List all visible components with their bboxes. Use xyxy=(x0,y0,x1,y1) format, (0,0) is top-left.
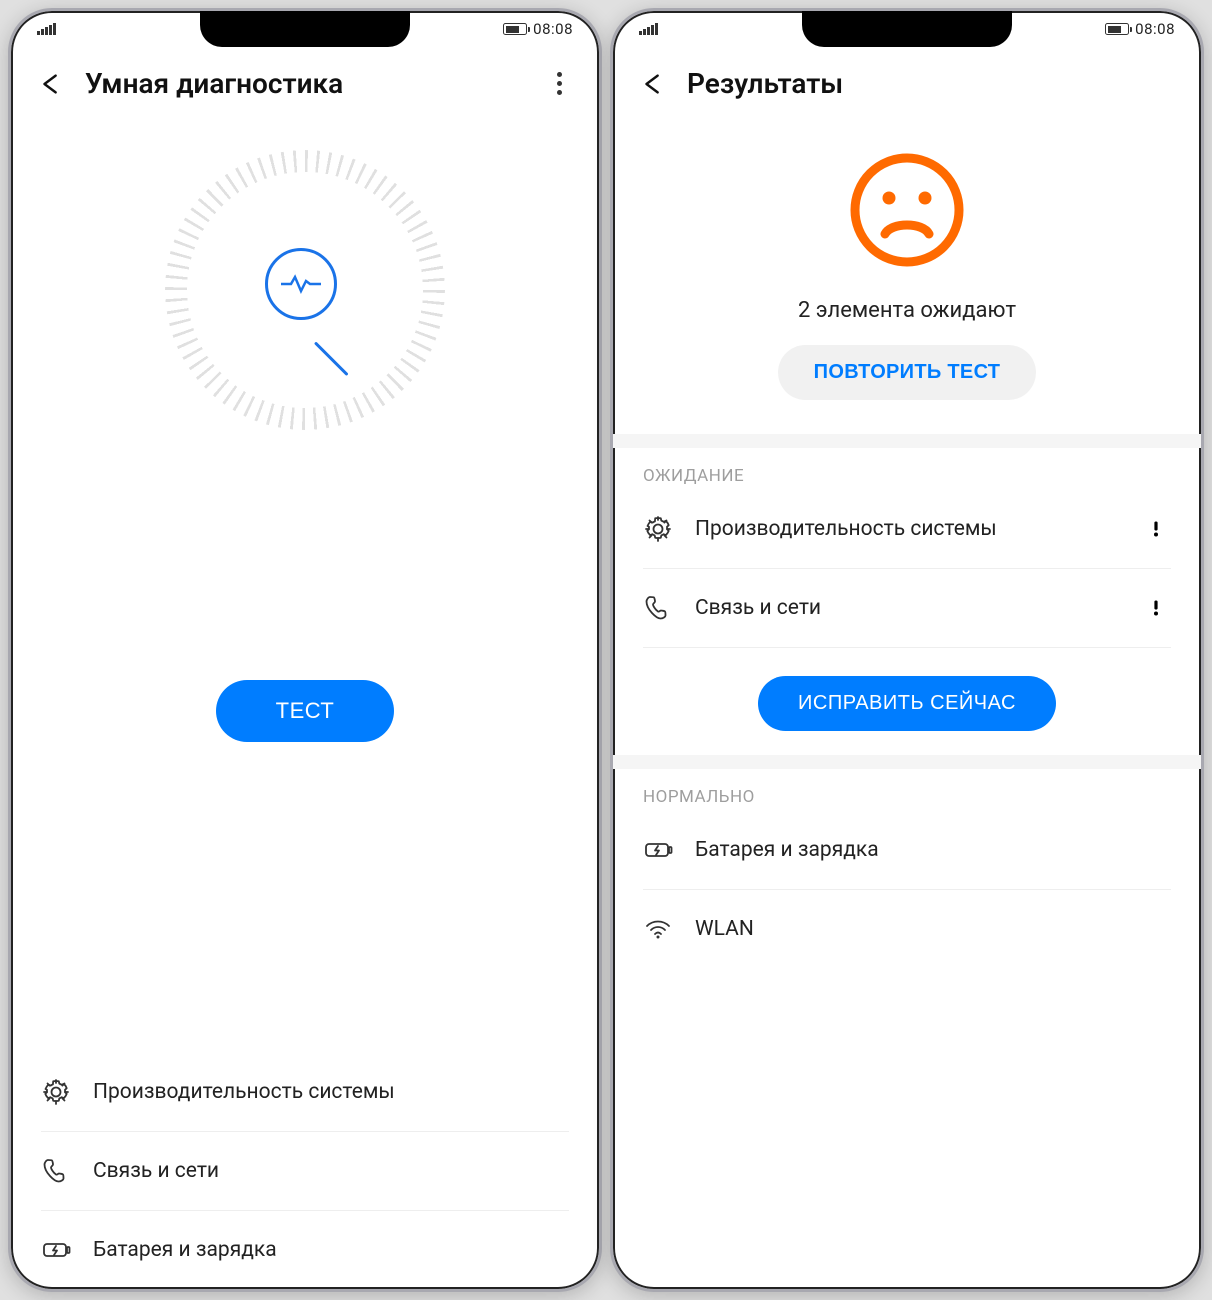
page-title: Результаты xyxy=(687,67,1175,100)
warning-icon xyxy=(1141,593,1171,623)
notch xyxy=(200,11,410,47)
result-summary: 2 элемента ожидают xyxy=(798,298,1016,323)
scan-dial xyxy=(165,150,445,430)
test-button[interactable]: ТЕСТ xyxy=(216,680,395,742)
section-separator xyxy=(613,755,1201,769)
pending-label: Связь и сети xyxy=(695,596,1119,620)
phone-right: 08:08 Результаты 2 элемента ожидают ПОВТ… xyxy=(610,8,1204,1292)
phone-left: 08:08 Умная диагностика ТЕСТ xyxy=(8,8,602,1292)
normal-section: НОРМАЛЬНО Батарея и зарядка WLAN xyxy=(613,769,1201,968)
magnifier-pulse-icon xyxy=(265,248,337,320)
wifi-icon xyxy=(643,914,673,944)
category-label: Связь и сети xyxy=(93,1159,569,1183)
back-button[interactable] xyxy=(37,70,65,98)
category-list: Производительность системы Связь и сети … xyxy=(11,1053,599,1289)
check-icon xyxy=(1141,914,1171,944)
signal-icon xyxy=(37,23,56,35)
warning-icon xyxy=(1141,514,1171,544)
battery-icon xyxy=(503,23,527,35)
diagnostic-hero: ТЕСТ xyxy=(11,110,599,742)
section-separator xyxy=(613,434,1201,448)
normal-section-title: НОРМАЛЬНО xyxy=(643,769,1171,811)
normal-row-battery[interactable]: Батарея и зарядка xyxy=(643,811,1171,890)
battery-icon xyxy=(1105,23,1129,35)
retry-test-button[interactable]: ПОВТОРИТЬ ТЕСТ xyxy=(778,345,1037,400)
normal-label: WLAN xyxy=(695,917,1119,941)
fix-now-button[interactable]: ИСПРАВИТЬ СЕЙЧАС xyxy=(758,676,1056,731)
category-label: Батарея и зарядка xyxy=(93,1238,569,1262)
status-time: 08:08 xyxy=(1135,20,1175,38)
result-hero: 2 элемента ожидают ПОВТОРИТЬ ТЕСТ xyxy=(613,110,1201,434)
gear-icon xyxy=(41,1077,71,1107)
back-button[interactable] xyxy=(639,70,667,98)
battery-charge-icon xyxy=(643,835,673,865)
app-header: Умная диагностика xyxy=(11,47,599,110)
category-row-connectivity[interactable]: Связь и сети xyxy=(41,1132,569,1211)
category-row-battery[interactable]: Батарея и зарядка xyxy=(41,1211,569,1289)
pending-label: Производительность системы xyxy=(695,517,1119,541)
check-icon xyxy=(1141,835,1171,865)
normal-label: Батарея и зарядка xyxy=(695,838,1119,862)
phone-icon xyxy=(643,593,673,623)
pending-row-connectivity[interactable]: Связь и сети xyxy=(643,569,1171,648)
page-title: Умная диагностика xyxy=(85,67,525,100)
category-row-performance[interactable]: Производительность системы xyxy=(41,1053,569,1132)
pending-section: ОЖИДАНИЕ Производительность системы Связ… xyxy=(613,448,1201,755)
overflow-menu-button[interactable] xyxy=(545,72,573,95)
status-time: 08:08 xyxy=(533,20,573,38)
app-header: Результаты xyxy=(613,47,1201,110)
category-label: Производительность системы xyxy=(93,1080,569,1104)
notch xyxy=(802,11,1012,47)
phone-icon xyxy=(41,1156,71,1186)
sad-face-icon xyxy=(847,150,967,270)
pending-section-title: ОЖИДАНИЕ xyxy=(643,448,1171,490)
normal-row-wlan[interactable]: WLAN xyxy=(643,890,1171,968)
battery-charge-icon xyxy=(41,1235,71,1265)
pending-row-performance[interactable]: Производительность системы xyxy=(643,490,1171,569)
gear-icon xyxy=(643,514,673,544)
signal-icon xyxy=(639,23,658,35)
